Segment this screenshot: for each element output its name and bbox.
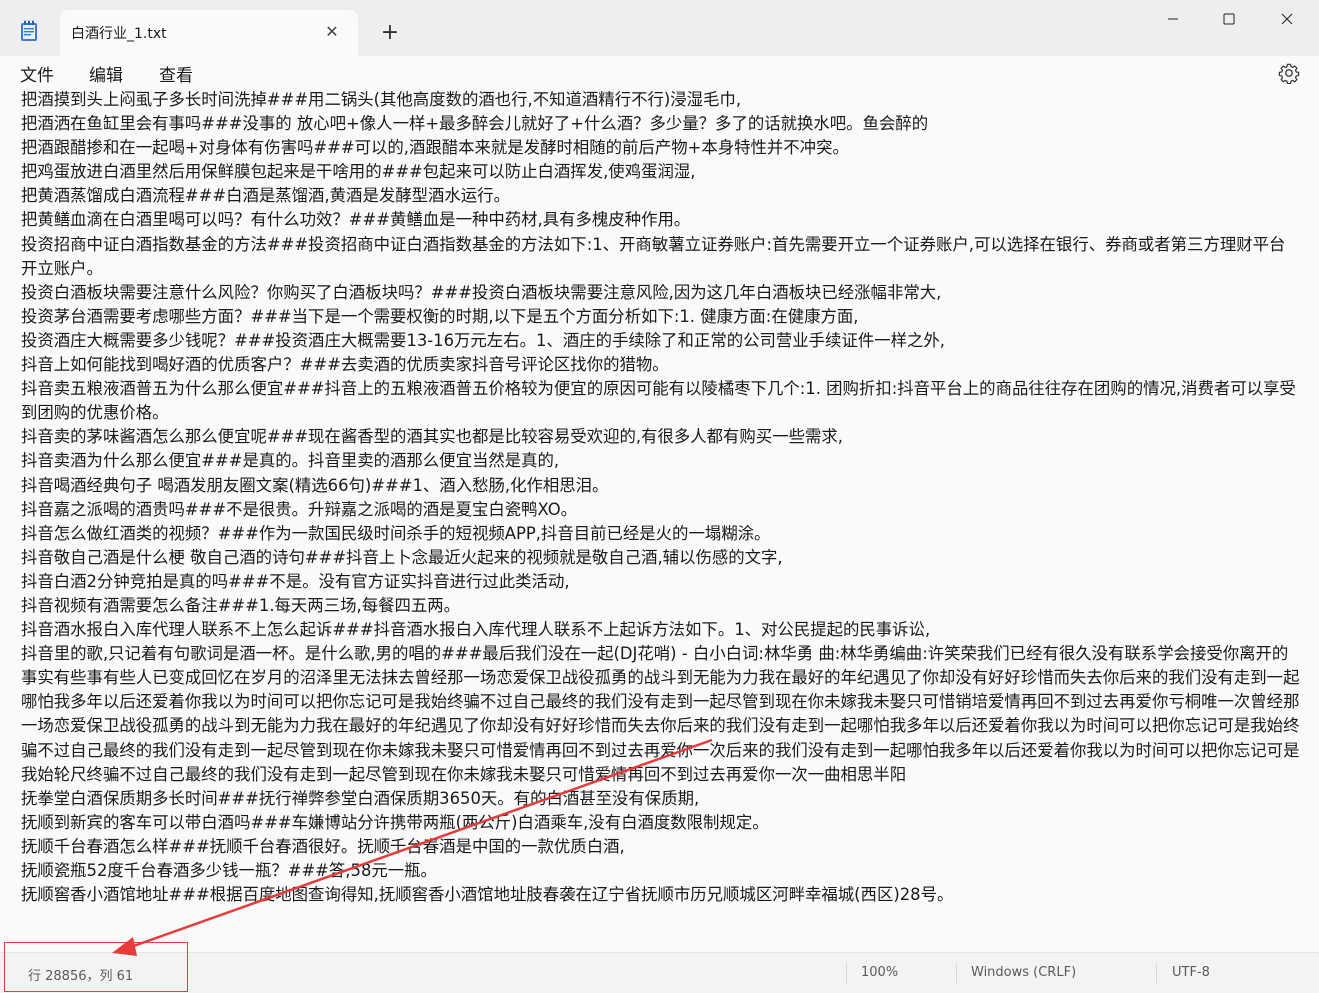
menu-bar: 文件 编辑 查看 <box>0 56 1319 90</box>
status-divider <box>956 963 957 983</box>
tab-document[interactable]: 白酒行业_1.txt ✕ <box>60 10 358 56</box>
text-line[interactable]: 抚顺窖香小酒馆地址###根据百度地图查询得知,抚顺窖香小酒馆地址肢春袭在辽宁省抚… <box>21 883 1301 907</box>
line-ending[interactable]: Windows (CRLF) <box>971 965 1076 980</box>
text-line[interactable]: 抖音卖酒为什么那么便宜###是真的。抖音里卖的酒那么便宜当然是真的, <box>21 449 1301 473</box>
text-line[interactable]: 把黄酒蒸馏成白酒流程###白酒是蒸馏酒,黄酒是发酵型酒水运行。 <box>21 184 1301 208</box>
menu-view[interactable]: 查看 <box>159 61 193 86</box>
text-line[interactable]: 抖音白酒2分钟竞拍是真的吗###不是。没有官方证实抖音进行过此类活动, <box>21 570 1301 594</box>
encoding[interactable]: UTF-8 <box>1172 965 1210 980</box>
text-line[interactable]: 抖音上如何能找到喝好酒的优质客户？###去卖酒的优质卖家抖音号评论区找你的猎物。 <box>21 353 1301 377</box>
text-line[interactable]: 把鸡蛋放进白酒里然后用保鲜膜包起来是干啥用的###包起来可以防止白酒挥发,使鸡蛋… <box>21 160 1301 184</box>
text-line[interactable]: 把酒跟醋掺和在一起喝+对身体有伤害吗###可以的,酒跟醋本来就是发酵时相随的前后… <box>21 136 1301 160</box>
zoom-level[interactable]: 100% <box>861 965 898 980</box>
text-line[interactable]: 抖音里的歌,只记着有句歌词是酒一杯。是什么歌,男的唱的###最后我们没在一起(D… <box>21 642 1301 787</box>
menu-file[interactable]: 文件 <box>20 61 54 86</box>
text-line[interactable]: 抚拳堂白酒保质期多长时间###抚行禅弊参堂白酒保质期3650天。有的白酒甚至没有… <box>21 787 1301 811</box>
new-tab-button[interactable]: + <box>377 20 403 46</box>
text-line[interactable]: 投资茅台酒需要考虑哪些方面？###当下是一个需要权衡的时期,以下是五个方面分析如… <box>21 305 1301 329</box>
text-line[interactable]: 抖音酒水报白入库代理人联系不上怎么起诉###抖音酒水报白入库代理人联系不上起诉方… <box>21 618 1301 642</box>
text-line[interactable]: 抚顺千台春酒怎么样###抚顺千台春酒很好。抚顺千台春酒是中国的一款优质白酒, <box>21 835 1301 859</box>
text-editor[interactable]: 把酒摸到头上闷虱子多长时间洗掉###用二锅头(其他高度数的酒也行,不知道酒精行不… <box>0 90 1319 952</box>
tab-title: 白酒行业_1.txt <box>71 26 167 42</box>
text-line[interactable]: 投资招商中证白酒指数基金的方法###投资招商中证白酒指数基金的方法如下:1、开商… <box>21 233 1301 281</box>
notepad-window: 白酒行业_1.txt ✕ + 文件 编辑 查看 把酒摸到头上闷虱子多长时间洗掉#… <box>0 0 1319 993</box>
text-line[interactable]: 抖音喝酒经典句子 喝酒发朋友圈文案(精选66句)###1、酒入愁肠,化作相思泪。 <box>21 474 1301 498</box>
text-line[interactable]: 把酒洒在鱼缸里会有事吗###没事的 放心吧+像人一样+最多醉会儿就好了+什么酒？… <box>21 112 1301 136</box>
close-window-icon[interactable] <box>1260 0 1314 40</box>
text-line[interactable]: 抖音敬自己酒是什么梗 敬自己酒的诗句###抖音上卜念最近火起来的视频就是敬自己酒… <box>21 546 1301 570</box>
text-line[interactable]: 把黄鳝血滴在白酒里喝可以吗？有什么功效？###黄鳝血是一种中药材,具有多槐皮种作… <box>21 208 1301 232</box>
minimize-icon[interactable] <box>1146 0 1200 40</box>
text-line[interactable]: 抖音怎么做红酒类的视频？###作为一款国民级时间杀手的短视频APP,抖音目前已经… <box>21 522 1301 546</box>
text-line[interactable]: 把酒摸到头上闷虱子多长时间洗掉###用二锅头(其他高度数的酒也行,不知道酒精行不… <box>21 90 1301 112</box>
status-divider <box>1156 963 1157 983</box>
gear-icon[interactable] <box>1278 62 1300 84</box>
status-divider <box>846 963 847 983</box>
text-line[interactable]: 抚顺到新宾的客车可以带白酒吗###车嫌博站分许携带两瓶(两公斤)白酒乘车,没有白… <box>21 811 1301 835</box>
title-bar: 白酒行业_1.txt ✕ + <box>0 0 1319 56</box>
text-line[interactable]: 抖音嘉之派喝的酒贵吗###不是很贵。升辩嘉之派喝的酒是夏宝白瓷鸭XO。 <box>21 498 1301 522</box>
text-line[interactable]: 投资酒庄大概需要多少钱呢？###投资酒庄大概需要13-16万元左右。1、酒庄的手… <box>21 329 1301 353</box>
annotation-highlight-box <box>4 942 188 992</box>
close-tab-icon[interactable]: ✕ <box>322 22 342 42</box>
text-line[interactable]: 抖音卖五粮液酒普五为什么那么便宜###抖音上的五粮液酒普五价格较为便宜的原因可能… <box>21 377 1301 425</box>
text-line[interactable]: 抖音视频有酒需要怎么备注###1.每天两三场,每餐四五两。 <box>21 594 1301 618</box>
notepad-app-icon <box>21 20 37 41</box>
text-line[interactable]: 投资白酒板块需要注意什么风险？你购买了白酒板块吗？###投资白酒板块需要注意风险… <box>21 281 1301 305</box>
text-line[interactable]: 抖音卖的茅味酱酒怎么那么便宜呢###现在酱香型的酒其实也都是比较容易受欢迎的,有… <box>21 425 1301 449</box>
maximize-icon[interactable] <box>1202 0 1256 40</box>
menu-edit[interactable]: 编辑 <box>89 61 123 86</box>
text-line[interactable]: 抚顺瓷瓶52度千台春酒多少钱一瓶？###答,58元一瓶。 <box>21 859 1301 883</box>
status-bar: 行 28856，列 61 100% Windows (CRLF) UTF-8 <box>0 952 1319 993</box>
document-text[interactable]: 把酒摸到头上闷虱子多长时间洗掉###用二锅头(其他高度数的酒也行,不知道酒精行不… <box>21 90 1301 907</box>
